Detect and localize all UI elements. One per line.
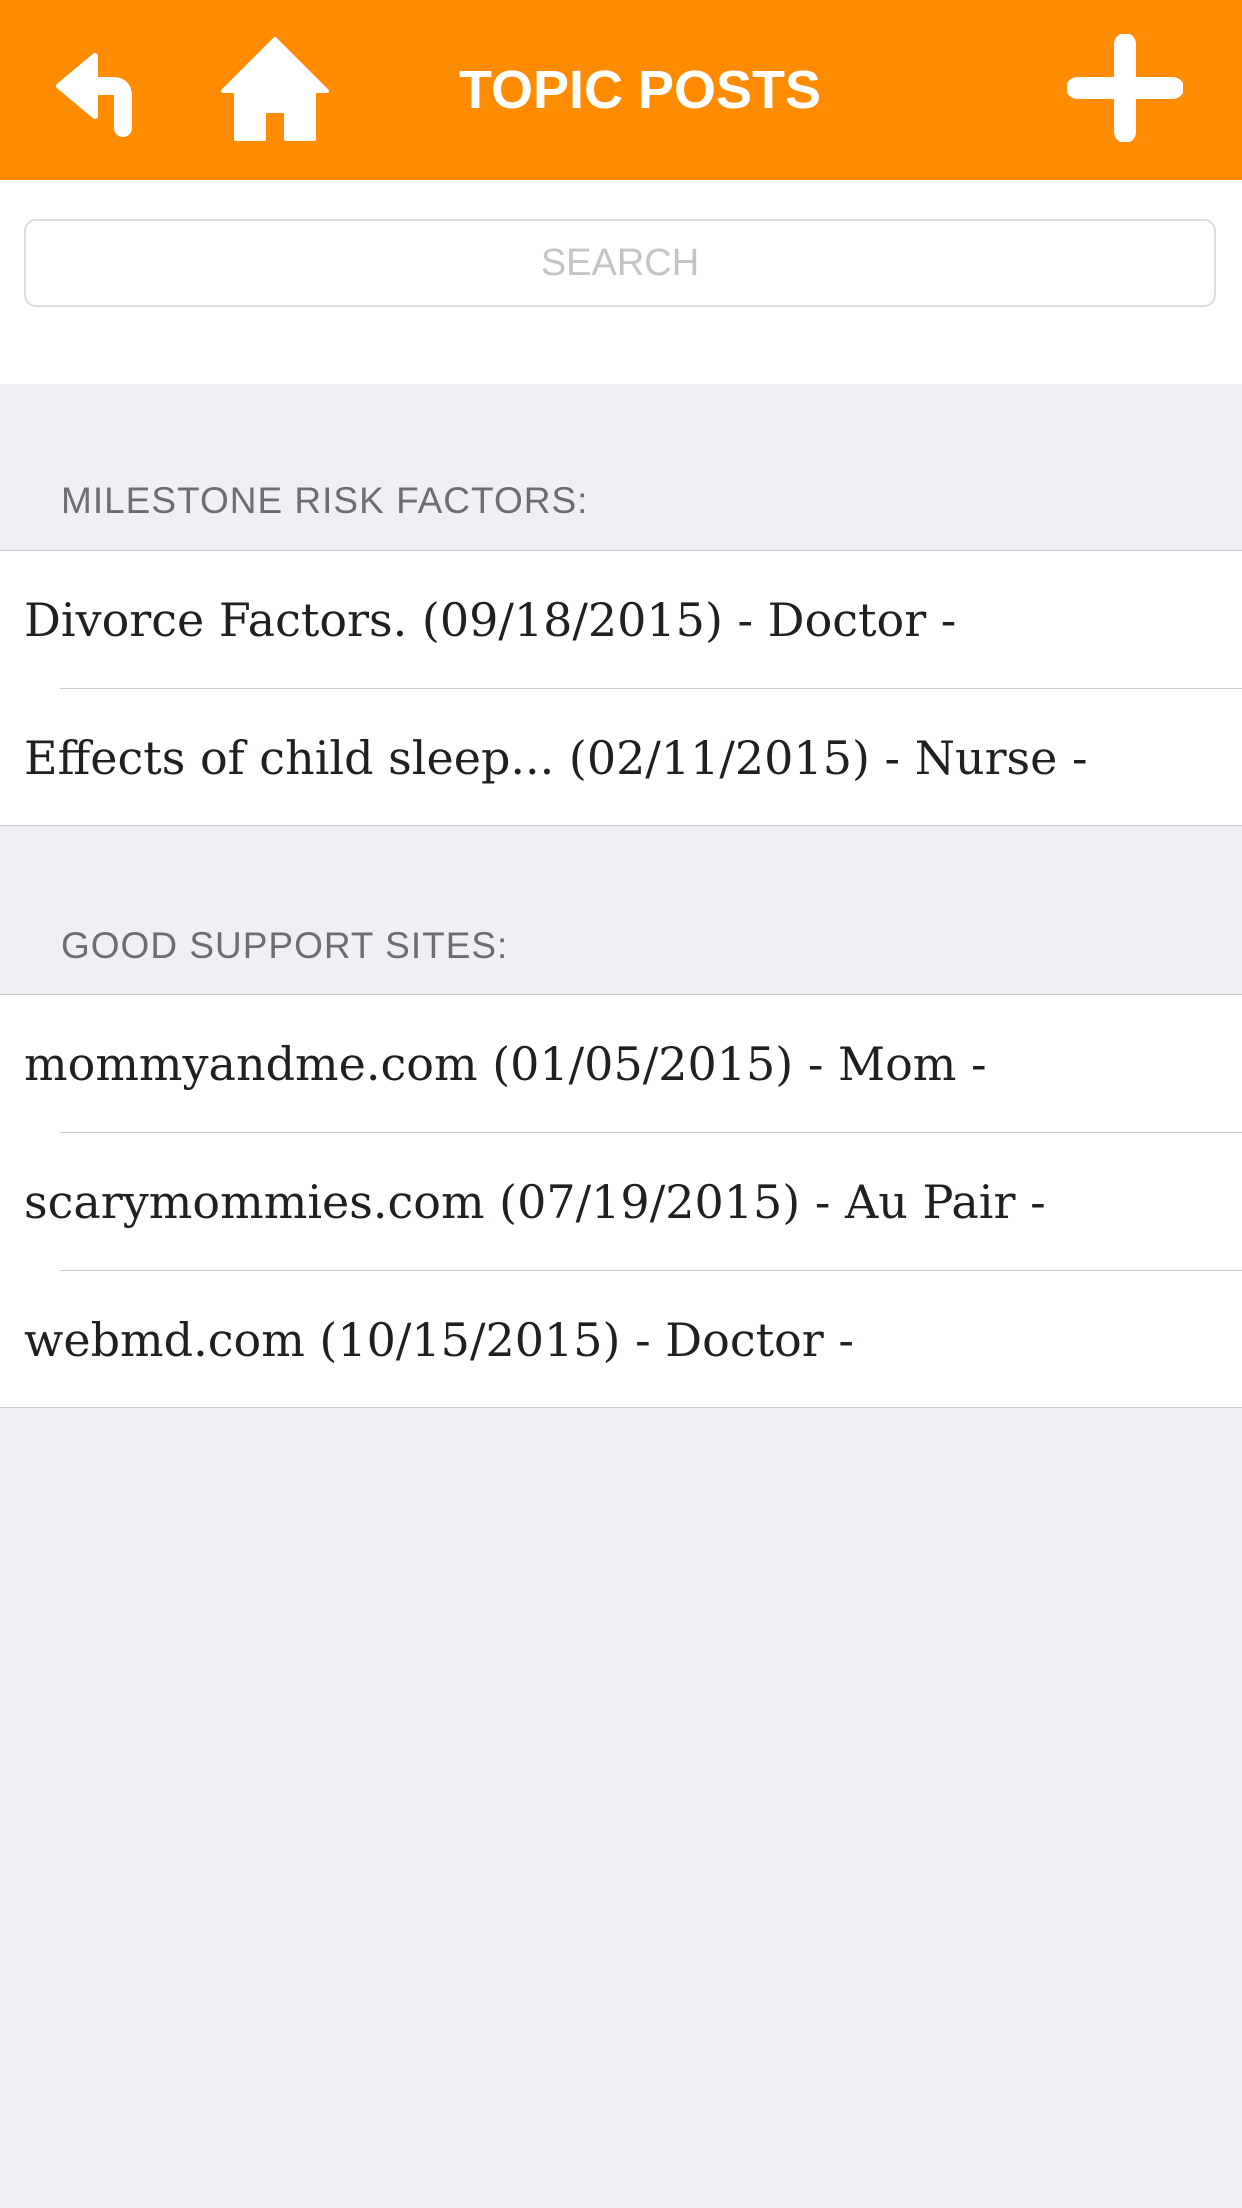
search-field[interactable] — [24, 219, 1216, 307]
list-item[interactable]: Divorce Factors. (09/18/2015) - Doctor - — [0, 551, 1242, 689]
list-item[interactable]: Effects of child sleep... (02/11/2015) -… — [0, 689, 1242, 827]
home-icon — [221, 37, 329, 141]
list-item-label: scarymommies.com (07/19/2015) - Au Pair … — [24, 1175, 1046, 1229]
list-item-label: Divorce Factors. (09/18/2015) - Doctor - — [24, 593, 957, 647]
section-milestone-risk-factors: Divorce Factors. (09/18/2015) - Doctor -… — [0, 550, 1242, 826]
add-post-button[interactable] — [1050, 28, 1200, 148]
list-item-label: webmd.com (10/15/2015) - Doctor - — [24, 1313, 854, 1367]
plus-icon — [1067, 34, 1183, 142]
search-input[interactable] — [26, 221, 1214, 305]
home-button[interactable] — [210, 28, 340, 148]
list-item[interactable]: scarymommies.com (07/19/2015) - Au Pair … — [0, 1133, 1242, 1271]
list-item-label: mommyandme.com (01/05/2015) - Mom - — [24, 1037, 987, 1091]
list-item[interactable]: webmd.com (10/15/2015) - Doctor - — [0, 1271, 1242, 1409]
nav-bar: TOPIC POSTS — [0, 0, 1242, 180]
section-good-support-sites: mommyandme.com (01/05/2015) - Mom - scar… — [0, 994, 1242, 1408]
list-item-label: Effects of child sleep... (02/11/2015) -… — [24, 731, 1088, 785]
back-arrow-icon — [56, 53, 132, 137]
search-bar — [0, 180, 1242, 384]
section-header-milestone-risk-factors: MILESTONE RISK FACTORS: — [61, 480, 589, 521]
section-header-good-support-sites: GOOD SUPPORT SITES: — [61, 925, 509, 966]
back-button[interactable] — [40, 40, 160, 150]
page-title: TOPIC POSTS — [458, 60, 822, 120]
list-item[interactable]: mommyandme.com (01/05/2015) - Mom - — [0, 995, 1242, 1133]
